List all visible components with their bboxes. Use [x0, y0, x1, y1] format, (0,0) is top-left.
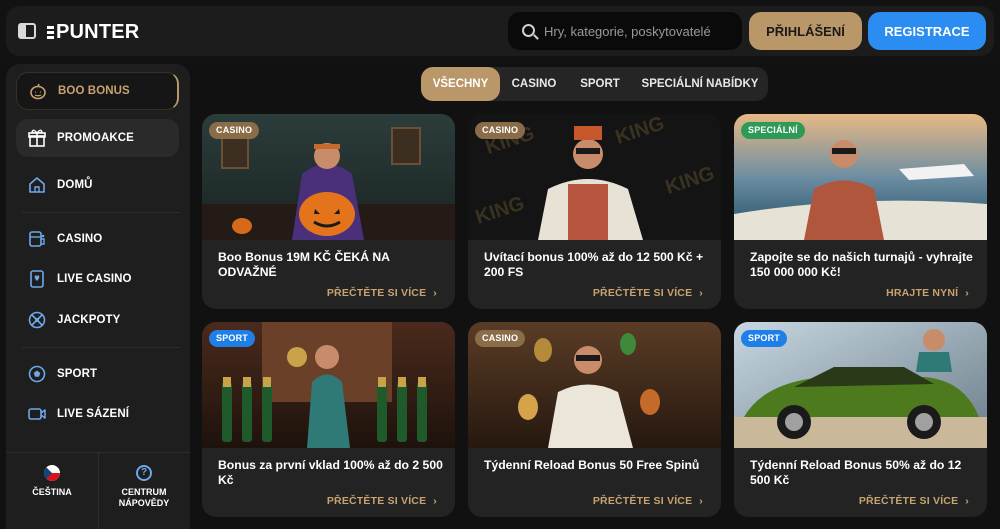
cta-label: PŘEČTĚTE SI VÍCE [326, 287, 427, 299]
category-badge: SPECIÁLNÍ [741, 122, 805, 139]
home-icon [26, 174, 48, 196]
logo-text: PUNTER [56, 21, 140, 43]
play-now-link[interactable]: HRAJTE NYNÍ › [886, 287, 969, 299]
promo-title: Boo Bonus 19M KČ ČEKÁ NA ODVAŽNÉ [218, 250, 390, 279]
sidebar-item-label: JACKPOTY [57, 314, 121, 326]
promo-card[interactable]: CASINO Boo Bonus 19M KČ ČEKÁ NA ODVAŽNÉ … [202, 114, 455, 309]
sidebar-item-label: BOO BONUS [58, 85, 130, 97]
sidebar-item-live-casino[interactable]: LIVE CASINO [16, 260, 179, 298]
logo[interactable]: PUNTER [47, 18, 139, 44]
tab-sport[interactable]: SPORT [568, 67, 632, 101]
sidebar-item-label: CASINO [57, 233, 103, 245]
cta-label: PŘEČTĚTE SI VÍCE [858, 495, 959, 507]
category-badge: CASINO [475, 122, 526, 139]
sidebar-toggle-icon[interactable] [18, 23, 36, 39]
sidebar-item-sport[interactable]: SPORT [16, 355, 179, 393]
help-center-link[interactable]: ? CENTRUM NÁPOVĚDY [98, 465, 190, 509]
login-button[interactable]: PŘIHLÁŠENÍ [749, 12, 862, 50]
top-bar: PUNTER PŘIHLÁŠENÍ REGISTRACE [0, 0, 1000, 62]
sidebar-item-label: DOMŮ [57, 179, 93, 191]
read-more-link[interactable]: PŘEČTĚTE SI VÍCE › [859, 495, 969, 507]
sidebar-item-label: LIVE CASINO [57, 273, 132, 285]
promo-title: Uvítací bonus 100% až do 12 500 Kč + 200… [484, 250, 704, 279]
category-badge: SPORT [741, 330, 788, 347]
read-more-link[interactable]: PŘEČTĚTE SI VÍCE › [593, 287, 703, 299]
chevron-right-icon: › [433, 495, 437, 507]
search-box[interactable] [508, 12, 742, 50]
soccer-ball-icon [26, 363, 48, 385]
czech-flag-icon [44, 465, 60, 481]
promo-card[interactable]: SPORT Bonus za první vklad 100% až do 2 … [202, 322, 455, 517]
pumpkin-icon [27, 80, 49, 102]
promo-title: Bonus za první vklad 100% až do 2 500 Kč [218, 458, 443, 487]
read-more-link[interactable]: PŘEČTĚTE SI VÍCE › [327, 287, 437, 299]
sidebar-item-promoakce[interactable]: PROMOAKCE [16, 119, 179, 157]
promo-card[interactable]: SPORT Týdenní Reload Bonus 50% až do 12 … [734, 322, 987, 517]
logo-mark-icon [47, 26, 54, 39]
chevron-right-icon: › [699, 495, 703, 507]
search-input[interactable] [544, 12, 734, 50]
language-label: ČEŠTINA [32, 487, 72, 497]
chevron-right-icon: › [965, 287, 969, 299]
tab-casino[interactable]: CASINO [500, 67, 568, 101]
gift-icon [26, 127, 48, 149]
jackpot-icon [26, 309, 48, 331]
register-button[interactable]: REGISTRACE [868, 12, 986, 50]
promo-card[interactable]: SPECIÁLNÍ Zapojte se do našich turnajů -… [734, 114, 987, 309]
sidebar-footer: ČEŠTINA ? CENTRUM NÁPOVĚDY [6, 452, 190, 529]
sidebar-item-label: LIVE SÁZENÍ [57, 408, 130, 420]
promo-filter-tabs: VŠECHNY CASINO SPORT SPECIÁLNÍ NABÍDKY [421, 67, 768, 101]
category-badge: SPORT [209, 330, 256, 347]
promo-card[interactable]: KING KING KING KING CASINO Uvítací bonus… [468, 114, 721, 309]
sidebar-divider [22, 212, 180, 213]
read-more-link[interactable]: PŘEČTĚTE SI VÍCE › [327, 495, 437, 507]
sidebar: BOO BONUS PROMOAKCE DOMŮ CASINO LIVE CAS… [6, 64, 190, 529]
promo-title: Týdenní Reload Bonus 50 Free Spinů [484, 458, 700, 472]
tab-specialni-nabidky[interactable]: SPECIÁLNÍ NABÍDKY [632, 67, 768, 101]
sidebar-item-live-sazeni[interactable]: LIVE SÁZENÍ [16, 395, 179, 433]
sidebar-item-label: PROMOAKCE [57, 132, 134, 144]
category-badge: CASINO [475, 330, 526, 347]
sidebar-item-boo-bonus[interactable]: BOO BONUS [16, 72, 179, 110]
chevron-right-icon: › [433, 287, 437, 299]
read-more-link[interactable]: PŘEČTĚTE SI VÍCE › [593, 495, 703, 507]
sidebar-item-casino[interactable]: CASINO [16, 220, 179, 258]
tab-vsechny[interactable]: VŠECHNY [421, 67, 500, 101]
sidebar-item-label: SPORT [57, 368, 98, 380]
promo-card[interactable]: CASINO Týdenní Reload Bonus 50 Free Spin… [468, 322, 721, 517]
sidebar-item-jackpoty[interactable]: JACKPOTY [16, 301, 179, 339]
search-icon [522, 24, 535, 37]
video-icon [26, 403, 48, 425]
promo-title: Zapojte se do našich turnajů - vyhrajte … [750, 250, 973, 279]
sidebar-item-domu[interactable]: DOMŮ [16, 166, 179, 204]
cta-label: PŘEČTĚTE SI VÍCE [326, 495, 427, 507]
category-badge: CASINO [209, 122, 260, 139]
card-icon [26, 268, 48, 290]
chevron-right-icon: › [699, 287, 703, 299]
chevron-right-icon: › [965, 495, 969, 507]
help-label: CENTRUM NÁPOVĚDY [118, 487, 170, 508]
cta-label: HRAJTE NYNÍ [886, 287, 959, 299]
casino-icon [26, 228, 48, 250]
cta-label: PŘEČTĚTE SI VÍCE [592, 495, 693, 507]
cta-label: PŘEČTĚTE SI VÍCE [592, 287, 693, 299]
language-selector[interactable]: ČEŠTINA [6, 465, 98, 498]
help-icon: ? [136, 465, 152, 481]
promo-title: Týdenní Reload Bonus 50% až do 12 500 Kč [750, 458, 962, 487]
sidebar-divider [22, 347, 180, 348]
